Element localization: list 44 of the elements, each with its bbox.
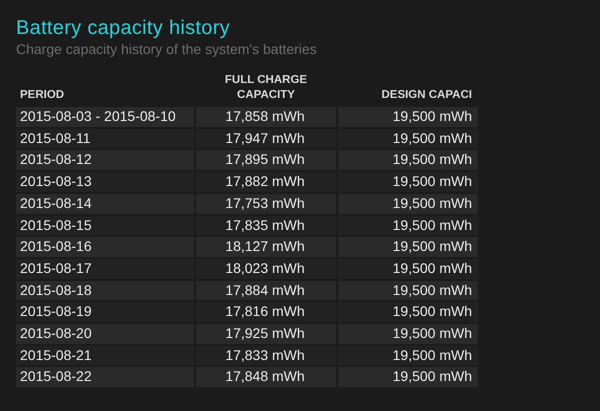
column-header: PERIOD xyxy=(19,88,66,103)
table-cell: 19,500 mWh xyxy=(338,237,478,257)
column-header: FULL CHARGE CAPACITY xyxy=(224,73,308,103)
table-cell: 2015-08-18 xyxy=(16,280,194,300)
table-cell: 19,500 mWh xyxy=(338,324,478,344)
table-cell: 2015-08-11 xyxy=(16,128,194,148)
table-cell: 18,023 mWh xyxy=(196,258,336,279)
table-cell: 2015-08-13 xyxy=(16,172,194,192)
page-title: Battery capacity history xyxy=(16,16,230,40)
table-cell: 2015-08-15 xyxy=(16,216,194,236)
table-cell: 2015-08-14 xyxy=(16,194,194,214)
table-cell: 17,835 mWh xyxy=(196,216,336,236)
table-cell: 17,884 mWh xyxy=(196,280,336,300)
table-cell: 2015-08-20 xyxy=(16,324,194,344)
table-cell: 17,882 mWh xyxy=(196,172,336,192)
table-cell: 19,500 mWh xyxy=(338,346,478,366)
page-subtitle: Charge capacity history of the system's batteries xyxy=(16,40,317,58)
table-cell: 2015-08-03 - 2015-08-10 xyxy=(16,107,194,127)
table-cell: 2015-08-12 xyxy=(16,150,194,170)
table-cell: 19,500 mWh xyxy=(338,280,478,300)
table-cell: 2015-08-19 xyxy=(16,302,194,322)
table-cell: 17,925 mWh xyxy=(196,324,336,344)
table-cell: 19,500 mWh xyxy=(338,367,478,388)
table-cell: 17,753 mWh xyxy=(196,194,336,214)
table-cell: 19,500 mWh xyxy=(338,216,478,236)
table-cell: 17,947 mWh xyxy=(196,128,336,148)
table-cell: 17,848 mWh xyxy=(196,367,336,388)
table-cell: 19,500 mWh xyxy=(338,172,478,192)
table-cell: 17,816 mWh xyxy=(196,302,336,322)
table-cell: 17,895 mWh xyxy=(196,150,336,170)
table-cell: 19,500 mWh xyxy=(338,302,478,322)
table-cell: 2015-08-16 xyxy=(16,237,194,257)
table-cell: 2015-08-22 xyxy=(16,367,194,388)
table-cell: 19,500 mWh xyxy=(338,107,478,127)
table-cell: 2015-08-21 xyxy=(16,346,194,366)
table-cell: 17,833 mWh xyxy=(196,346,336,366)
table-cell: 17,858 mWh xyxy=(196,107,336,127)
table-cell: 19,500 mWh xyxy=(338,194,478,214)
table-cell: 19,500 mWh xyxy=(338,258,478,279)
table-cell: 19,500 mWh xyxy=(338,128,478,148)
table-cell: 18,127 mWh xyxy=(196,237,336,257)
column-header: DESIGN CAPACI xyxy=(380,88,473,103)
table-cell: 2015-08-17 xyxy=(16,258,194,279)
table-cell: 19,500 mWh xyxy=(338,150,478,170)
